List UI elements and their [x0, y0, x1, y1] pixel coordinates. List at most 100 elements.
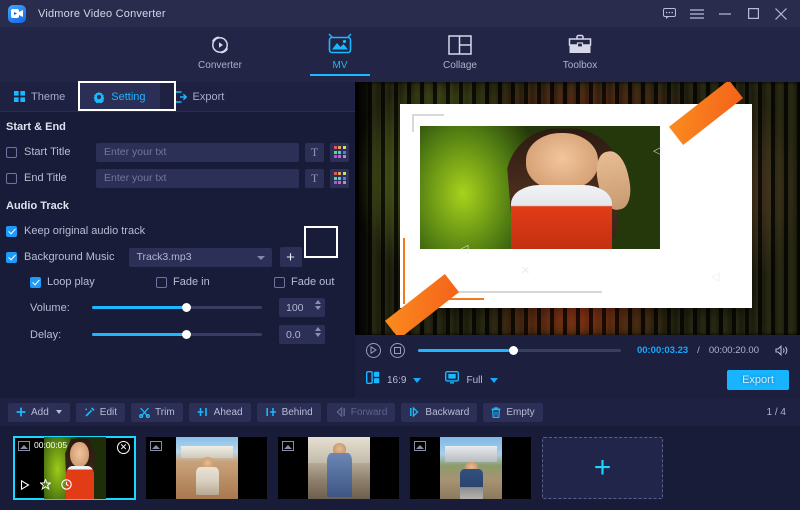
module-toolbox[interactable]: Toolbox	[539, 32, 621, 75]
module-mv[interactable]: MV	[299, 32, 381, 76]
delay-row: Delay: 0.0	[0, 321, 355, 348]
clip-action-toolbar: Add Edit Trim Ahead Behind Forward Backw…	[0, 398, 800, 426]
clip-4-media	[440, 437, 502, 499]
start-title-color-button[interactable]	[330, 142, 349, 162]
background-music-controls: Track3.mp3 +	[128, 247, 350, 267]
add-button-label: Add	[31, 406, 49, 418]
chevron-down-icon	[256, 255, 265, 260]
menu-icon[interactable]	[684, 0, 710, 27]
delay-stepper[interactable]	[315, 327, 321, 337]
aspect-ratio-chevron-down-icon[interactable]	[413, 377, 422, 383]
maximize-icon[interactable]	[740, 0, 766, 27]
tab-export[interactable]: Export	[160, 82, 239, 112]
application-window: Vidmore Video Converter Converter MV Col…	[0, 0, 800, 510]
start-title-input[interactable]	[96, 142, 299, 162]
minimize-icon[interactable]	[712, 0, 738, 27]
clip-3-media	[308, 437, 370, 499]
volume-value-box[interactable]: 100	[279, 298, 325, 317]
color-palette-icon	[333, 146, 346, 158]
export-button[interactable]: Export	[727, 370, 789, 390]
video-preview[interactable]: ◁ ◁ ✕ ◁	[355, 82, 800, 335]
clip-thumbnail-1[interactable]: 00:00:05 ✕	[13, 436, 136, 500]
star-icon[interactable]	[39, 477, 52, 495]
module-collage[interactable]: Collage	[419, 32, 501, 75]
forward-button-label: Forward	[350, 406, 388, 418]
add-clip-tile[interactable]: +	[542, 437, 663, 499]
add-chevron-down-icon[interactable]	[55, 410, 62, 414]
start-title-checkbox[interactable]	[6, 146, 17, 158]
background-music-checkbox[interactable]	[6, 251, 17, 263]
clip-thumbnail-4[interactable]	[410, 437, 531, 499]
loop-play-checkbox[interactable]	[30, 276, 41, 288]
preview-options-row: 16:9 Full Export	[355, 365, 800, 395]
module-mv-label: MV	[332, 60, 348, 71]
add-music-button[interactable]: +	[279, 247, 302, 267]
volume-row: Volume: 100	[0, 294, 355, 321]
speaker-icon[interactable]	[775, 344, 789, 356]
fade-in-option[interactable]: Fade in	[156, 276, 274, 288]
overlay-cursor-3: ✕	[521, 265, 531, 277]
play-icon[interactable]	[20, 477, 30, 495]
background-music-select[interactable]: Track3.mp3	[128, 247, 272, 267]
tab-theme[interactable]: Theme	[0, 82, 79, 112]
tab-setting[interactable]: Setting	[79, 81, 160, 112]
window-controls	[656, 0, 794, 27]
volume-stepper[interactable]	[315, 300, 321, 310]
display-mode-chevron-down-icon[interactable]	[489, 377, 498, 383]
total-time: 00:00:20.00	[708, 344, 759, 356]
end-title-color-button[interactable]	[330, 168, 349, 188]
end-title-checkbox[interactable]	[6, 172, 17, 184]
backward-button[interactable]: Backward	[401, 402, 478, 422]
clip-thumbnail-3[interactable]	[278, 437, 399, 499]
app-logo-icon	[8, 4, 26, 23]
tab-theme-label: Theme	[31, 90, 66, 103]
toolbox-icon	[568, 32, 592, 58]
text-font-icon: T	[310, 170, 319, 185]
media-type-icon	[18, 441, 30, 451]
module-collage-label: Collage	[443, 60, 477, 71]
behind-button[interactable]: Behind	[256, 402, 321, 422]
close-icon[interactable]	[768, 0, 794, 27]
trim-button[interactable]: Trim	[131, 402, 183, 422]
panel-tab-bar: Theme Setting Export	[0, 81, 355, 112]
settings-panel: Theme Setting Export Start & End Start T…	[0, 81, 355, 398]
module-converter[interactable]: Converter	[179, 32, 261, 75]
delay-label: Delay:	[30, 328, 62, 341]
move-forward-icon	[335, 407, 346, 417]
aspect-ratio-icon	[365, 370, 380, 389]
edit-button[interactable]: Edit	[75, 402, 126, 422]
end-title-input[interactable]	[96, 168, 299, 188]
text-font-icon: T	[310, 144, 319, 159]
feedback-icon[interactable]	[656, 0, 682, 27]
delay-value-box[interactable]: 0.0	[279, 325, 325, 344]
module-toolbox-label: Toolbox	[562, 60, 598, 71]
clip-thumbnail-2[interactable]	[146, 437, 267, 499]
ahead-button[interactable]: Ahead	[188, 402, 251, 422]
add-button[interactable]: Add	[8, 402, 70, 422]
converter-icon	[208, 32, 232, 58]
media-type-icon	[282, 441, 294, 451]
fade-out-checkbox[interactable]	[274, 276, 285, 288]
trash-icon	[491, 406, 501, 418]
clip-2-media	[176, 437, 238, 499]
title-bar: Vidmore Video Converter	[0, 0, 800, 27]
clip-1-remove-button[interactable]: ✕	[117, 441, 130, 454]
end-title-font-button[interactable]: T	[305, 168, 324, 188]
playback-bar: 00:00:03.23 / 00:00:20.00 16:9 Full Expo…	[355, 335, 800, 398]
delay-slider[interactable]	[92, 330, 262, 339]
fade-out-option[interactable]: Fade out	[274, 276, 334, 288]
volume-slider[interactable]	[92, 303, 262, 312]
stop-icon[interactable]	[390, 342, 405, 358]
progress-scrubber[interactable]	[418, 345, 621, 355]
clock-icon[interactable]	[61, 477, 72, 495]
start-title-font-button[interactable]: T	[305, 142, 324, 162]
end-title-row: End Title T	[0, 165, 355, 191]
volume-label: Volume:	[30, 301, 70, 314]
magic-wand-icon	[84, 406, 95, 418]
fade-in-checkbox[interactable]	[156, 276, 167, 288]
forward-button[interactable]: Forward	[326, 402, 396, 422]
play-icon[interactable]	[366, 342, 381, 358]
loop-play-option[interactable]: Loop play	[30, 276, 156, 288]
keep-original-audio-checkbox[interactable]	[6, 225, 17, 237]
empty-button[interactable]: Empty	[483, 402, 543, 422]
